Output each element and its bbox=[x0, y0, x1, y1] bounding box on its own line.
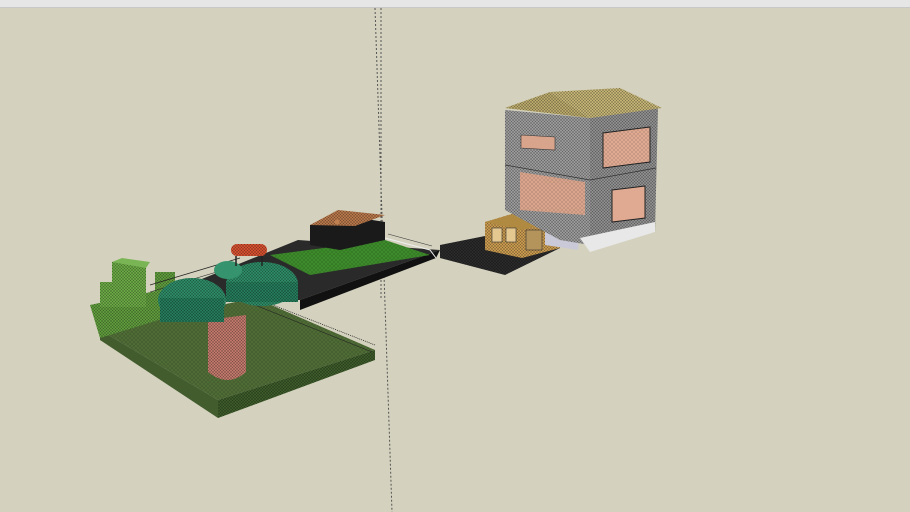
modeling-viewport[interactable] bbox=[0, 0, 910, 512]
scene-canvas[interactable] bbox=[0, 0, 910, 512]
